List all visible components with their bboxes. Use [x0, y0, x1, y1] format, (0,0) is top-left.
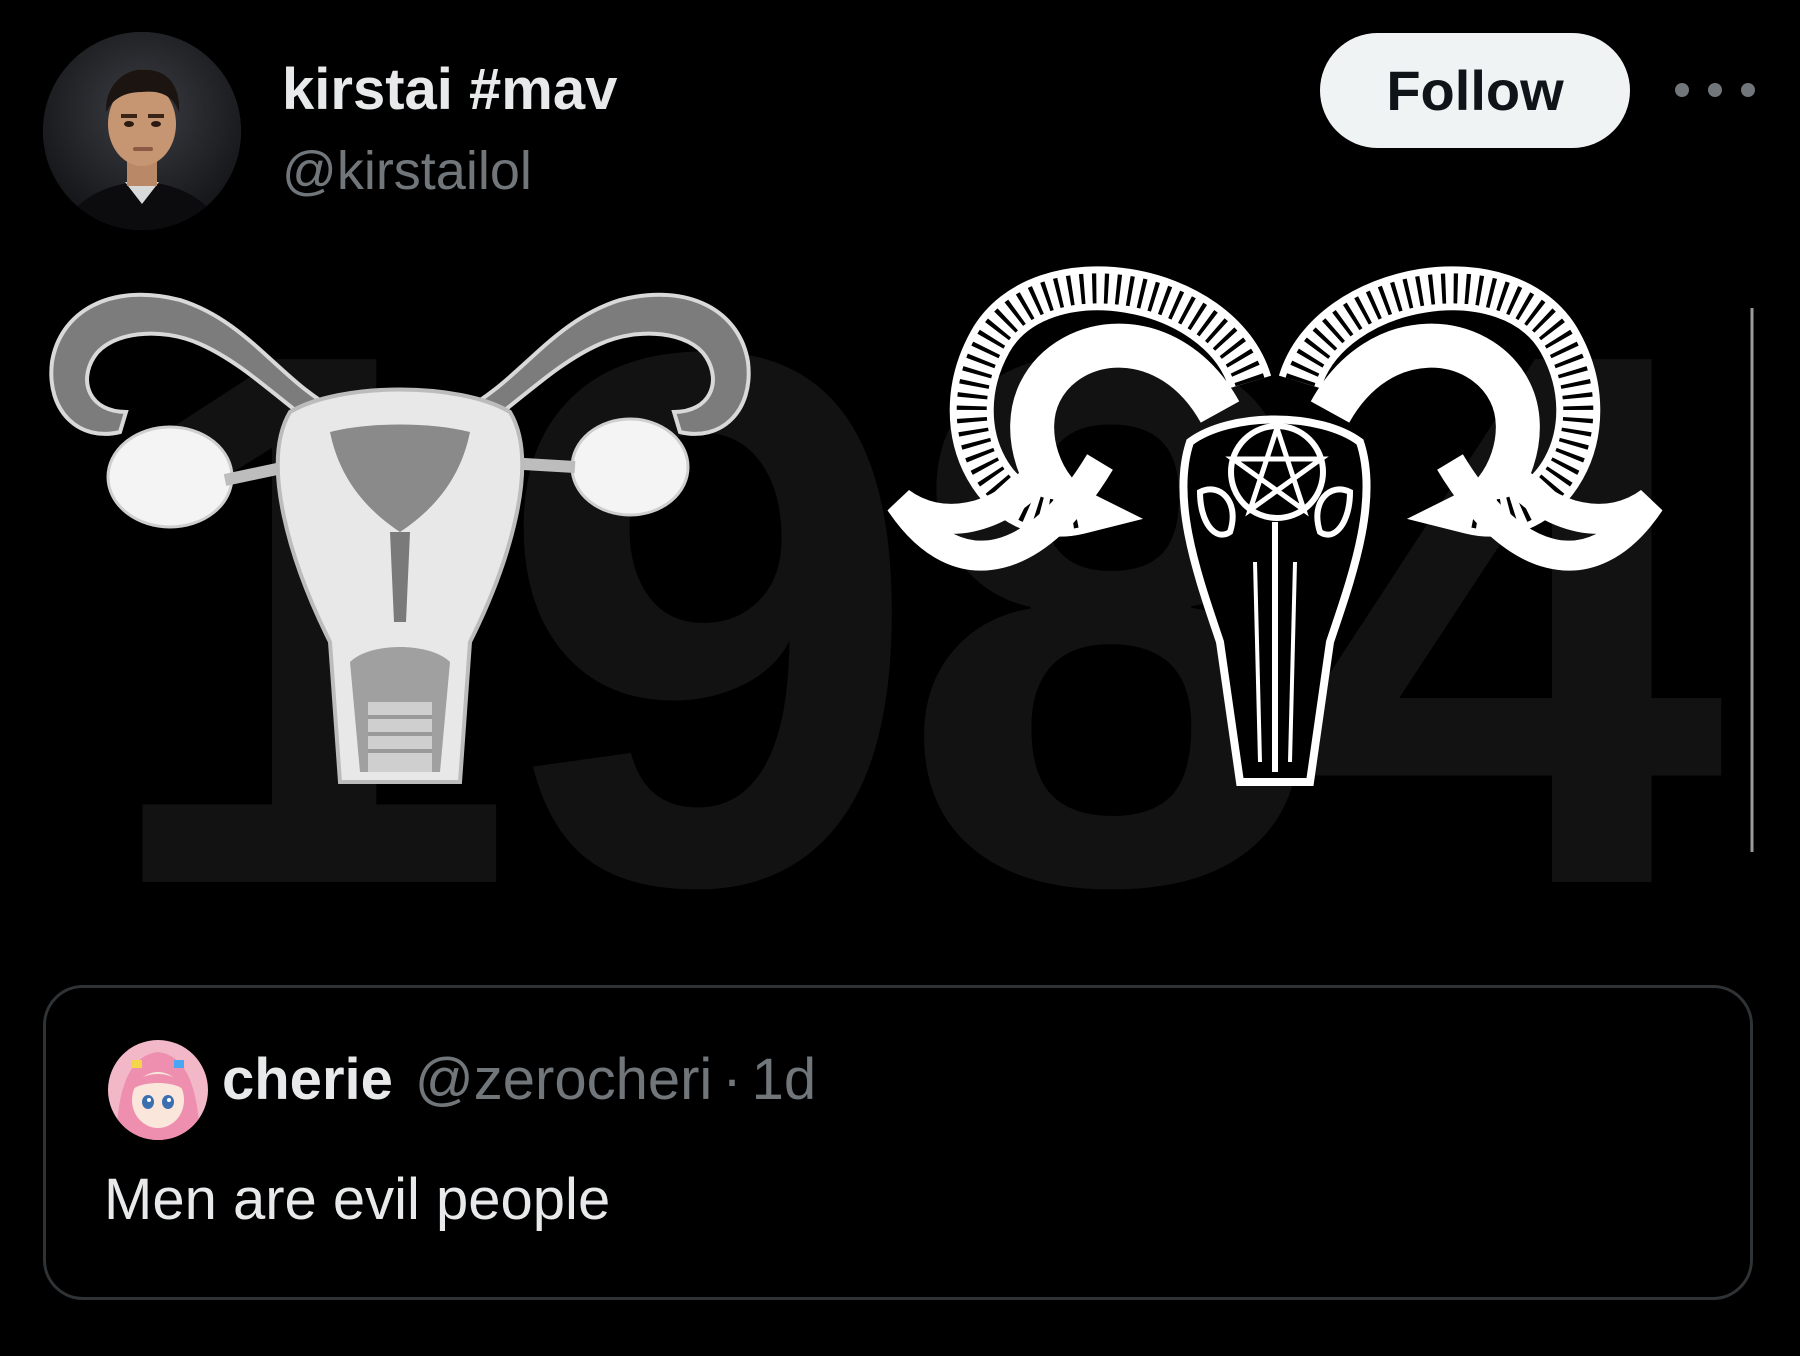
author-avatar[interactable] [43, 32, 241, 230]
post-media-image[interactable]: 1984 [40, 262, 1760, 892]
quoted-post-meta: cherie @zerocheri · 1d [222, 1046, 816, 1113]
quoted-post-timestamp[interactable]: 1d [752, 1046, 817, 1113]
quoted-author-handle[interactable]: @zerocheri [415, 1046, 712, 1113]
post-header: kirstai #mav @kirstailol Follow [0, 0, 1800, 250]
author-handle[interactable]: @kirstailol [282, 140, 532, 202]
more-dot [1708, 83, 1722, 97]
quoted-author-avatar[interactable] [108, 1040, 208, 1140]
more-dot [1675, 83, 1689, 97]
quoted-post-card[interactable]: cherie @zerocheri · 1d Men are evil peop… [43, 985, 1753, 1300]
more-icon[interactable] [1675, 70, 1755, 110]
author-display-name[interactable]: kirstai #mav [282, 56, 617, 123]
follow-button[interactable]: Follow [1320, 33, 1630, 148]
quoted-post-text: Men are evil people [104, 1167, 611, 1232]
meta-separator: · [722, 1047, 742, 1112]
more-dot [1741, 83, 1755, 97]
quoted-author-name[interactable]: cherie [222, 1046, 393, 1113]
